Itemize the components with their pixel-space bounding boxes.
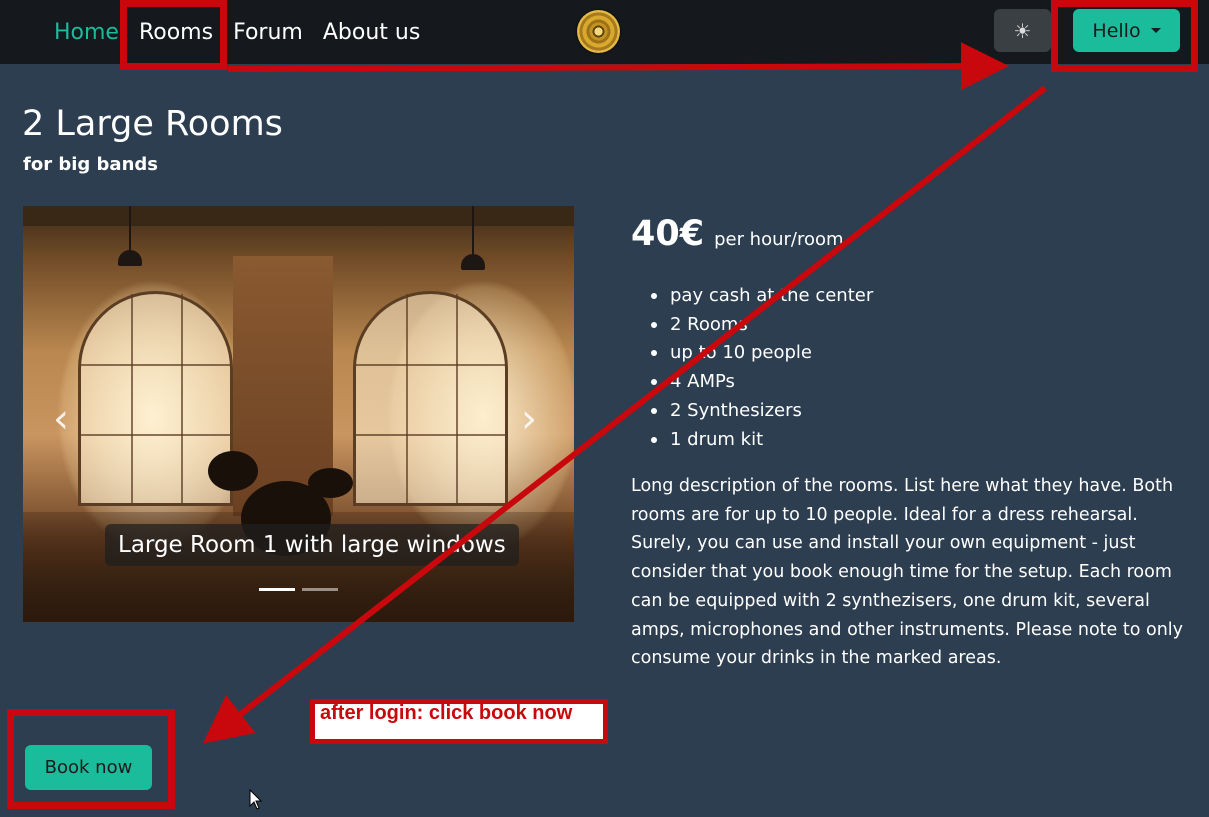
carousel-caption: Large Room 1 with large windows — [105, 524, 519, 566]
feature-list: pay cash at the center 2 Rooms up to 10 … — [650, 282, 873, 455]
lamp-icon — [461, 254, 485, 270]
feature-item: 2 Rooms — [650, 311, 873, 340]
carousel-prev-button[interactable]: ‹ — [53, 396, 69, 442]
annotation-note: after login: click book now — [310, 699, 608, 744]
feature-item: up to 10 people — [650, 339, 873, 368]
price-row: 40€ per hour/room — [631, 214, 844, 254]
carousel-image-window-right — [353, 291, 508, 506]
carousel-indicator-2[interactable] — [302, 588, 338, 591]
page-subtitle: for big bands — [23, 154, 158, 175]
room-description: Long description of the rooms. List here… — [631, 476, 1184, 669]
feature-item: 1 drum kit — [650, 426, 873, 455]
nav-link-home[interactable]: Home — [54, 20, 119, 45]
page-title: 2 Large Rooms — [22, 104, 283, 144]
nav-link-forum[interactable]: Forum — [233, 20, 303, 45]
carousel-indicators — [259, 588, 338, 591]
mouse-cursor-icon — [249, 789, 263, 810]
sun-icon: ☀ — [1013, 18, 1032, 43]
annotation-note-text: after login: click book now — [320, 702, 573, 724]
annotation-highlight-hello — [1051, 0, 1198, 72]
price-value: 40€ — [631, 214, 705, 254]
feature-item: 2 Synthesizers — [650, 397, 873, 426]
feature-item: 4 AMPs — [650, 368, 873, 397]
theme-toggle-button[interactable]: ☀ — [994, 9, 1051, 52]
lamp-icon — [118, 250, 142, 266]
golden-record-logo-icon[interactable] — [577, 10, 620, 53]
annotation-highlight-rooms — [120, 0, 227, 70]
price-unit: per hour/room — [714, 229, 844, 250]
annotation-arrow-rooms-to-hello — [227, 42, 1009, 91]
carousel-next-button[interactable]: › — [521, 396, 537, 442]
carousel-indicator-1[interactable] — [259, 588, 295, 591]
nav-links: Home Rooms Forum About us — [54, 0, 420, 64]
annotation-highlight-book-now — [7, 709, 175, 809]
feature-item: pay cash at the center — [650, 282, 873, 311]
room-carousel: ‹ › Large Room 1 with large windows — [23, 206, 574, 622]
nav-link-about-us[interactable]: About us — [323, 20, 420, 45]
